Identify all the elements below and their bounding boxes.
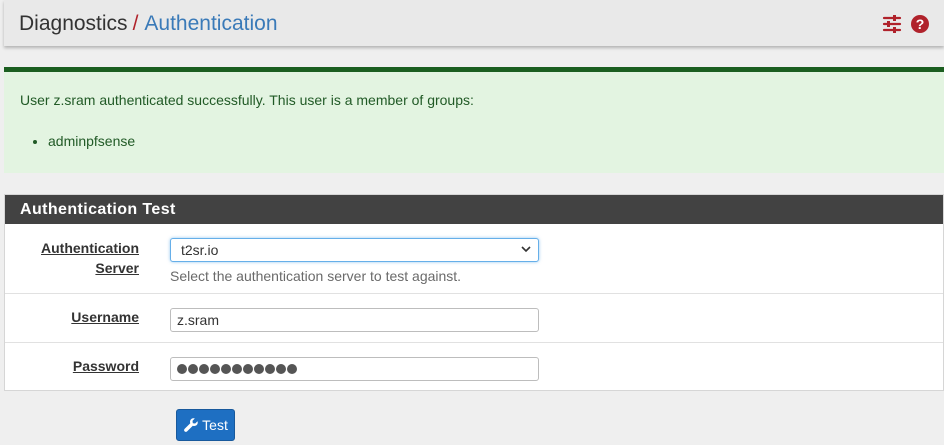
password-dot — [210, 364, 220, 374]
server-help-text: Select the authentication server to test… — [170, 268, 462, 284]
server-row: Authentication Server t2sr.io Select the… — [5, 224, 943, 293]
password-dot — [287, 364, 297, 374]
password-dot — [276, 364, 286, 374]
password-dot — [254, 364, 264, 374]
alert-message: User z.sram authenticated successfully. … — [20, 92, 474, 108]
password-mask — [177, 358, 538, 380]
authentication-server-select[interactable]: t2sr.io — [170, 238, 539, 262]
test-button[interactable]: Test — [176, 409, 235, 441]
server-label-line1: Authentication — [41, 240, 139, 256]
password-dot — [232, 364, 242, 374]
sliders-icon[interactable] — [882, 14, 902, 34]
username-label: Username — [71, 309, 139, 325]
server-label: Authentication Server — [41, 238, 139, 278]
breadcrumb-authentication[interactable]: Authentication — [144, 12, 277, 35]
server-label-line2: Server — [95, 260, 139, 276]
authentication-test-panel: Authentication Test Authentication Serve… — [4, 194, 944, 391]
success-alert: User z.sram authenticated successfully. … — [4, 67, 944, 173]
group-list: adminpfsense — [48, 133, 135, 149]
password-dot — [265, 364, 275, 374]
password-dot — [199, 364, 209, 374]
page-header: Diagnostics / Authentication ? — [4, 0, 944, 46]
test-button-label: Test — [202, 417, 228, 433]
password-row: Password — [5, 342, 943, 392]
breadcrumb-separator: / — [132, 12, 139, 35]
panel-title: Authentication Test — [5, 195, 943, 224]
password-dot — [188, 364, 198, 374]
password-dot — [177, 364, 187, 374]
password-dot — [221, 364, 231, 374]
server-select-value: t2sr.io — [181, 242, 219, 258]
group-item: adminpfsense — [48, 133, 135, 149]
username-row: Username z.sram — [5, 293, 943, 343]
password-dot — [243, 364, 253, 374]
help-circle-icon[interactable]: ? — [910, 14, 930, 34]
breadcrumb-diagnostics[interactable]: Diagnostics — [19, 12, 128, 35]
chevron-down-icon — [521, 246, 531, 253]
svg-text:?: ? — [916, 16, 925, 32]
header-icons: ? — [882, 14, 930, 34]
password-input[interactable] — [170, 357, 539, 381]
breadcrumb: Diagnostics / Authentication — [19, 11, 278, 37]
password-label: Password — [72, 358, 139, 374]
username-input[interactable]: z.sram — [170, 308, 539, 332]
wrench-icon — [184, 418, 198, 432]
